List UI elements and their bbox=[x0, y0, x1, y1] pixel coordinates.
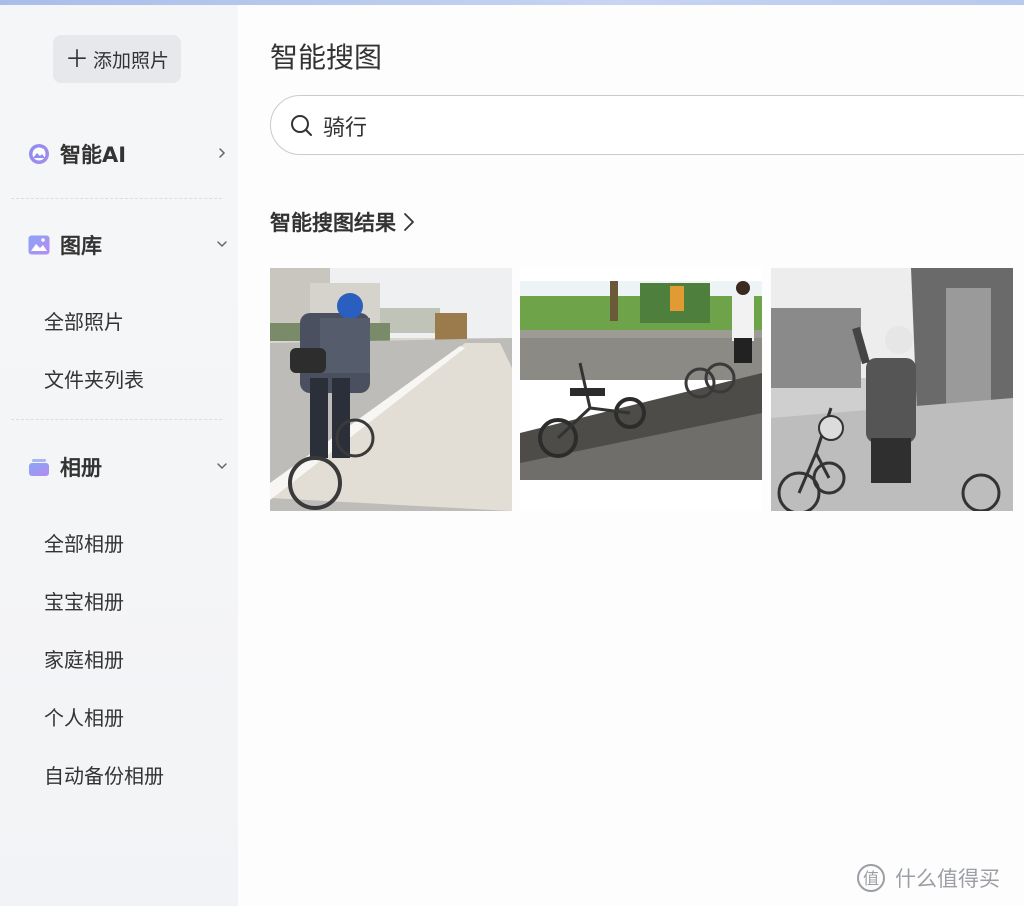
photo-thumbnail[interactable] bbox=[270, 268, 512, 511]
photo-folding-bikes bbox=[520, 268, 762, 511]
sidebar-item-folder-list[interactable]: 文件夹列表 bbox=[44, 364, 144, 393]
watermark-text: 什么值得买 bbox=[895, 867, 1000, 891]
search-input[interactable] bbox=[321, 108, 825, 144]
search-icon bbox=[291, 115, 312, 136]
svg-text:值: 值 bbox=[863, 869, 879, 888]
watermark: 值 什么值得买 bbox=[855, 862, 1000, 894]
plus-icon: ＋ bbox=[64, 45, 89, 73]
sidebar-group-label: 智能AI bbox=[60, 143, 127, 167]
ai-icon bbox=[29, 144, 49, 164]
album-icon bbox=[29, 459, 49, 476]
chevron-right-icon bbox=[404, 213, 414, 231]
search-bar[interactable] bbox=[270, 95, 1024, 155]
results-title-label: 智能搜图结果 bbox=[270, 211, 396, 235]
photo-thumbnail[interactable] bbox=[771, 268, 1013, 511]
sidebar: ＋ 添加照片 智能AI 图库 全部照片 文件夹列表 相册 全部相册 宝宝相册 家… bbox=[0, 5, 238, 906]
page-title: 智能搜图 bbox=[270, 41, 383, 74]
chevron-down-icon bbox=[217, 463, 227, 470]
photo-thumbnail[interactable] bbox=[520, 268, 762, 511]
smzdm-logo-icon: 值 bbox=[857, 864, 885, 892]
sidebar-item-all-albums[interactable]: 全部相册 bbox=[44, 528, 124, 557]
chevron-right-icon bbox=[219, 148, 226, 158]
results-section-title[interactable]: 智能搜图结果 bbox=[270, 207, 416, 237]
sidebar-item-family-album[interactable]: 家庭相册 bbox=[44, 644, 124, 673]
sidebar-group-label: 相册 bbox=[60, 456, 102, 480]
sidebar-item-all-photos[interactable]: 全部照片 bbox=[44, 306, 124, 335]
sidebar-item-baby-album[interactable]: 宝宝相册 bbox=[44, 586, 124, 615]
add-photo-label: 添加照片 bbox=[92, 49, 169, 72]
sidebar-divider bbox=[11, 419, 222, 420]
sidebar-group-albums[interactable]: 相册 bbox=[0, 447, 238, 487]
add-photo-button[interactable]: ＋ 添加照片 bbox=[53, 35, 181, 83]
gallery-icon bbox=[28, 235, 50, 255]
sidebar-divider bbox=[11, 198, 222, 199]
sidebar-item-personal-album[interactable]: 个人相册 bbox=[44, 702, 124, 731]
photo-bw-person-with-bike bbox=[771, 268, 1013, 511]
sidebar-group-gallery[interactable]: 图库 bbox=[0, 225, 238, 265]
photo-cyclist-road bbox=[270, 268, 512, 511]
sidebar-group-label: 图库 bbox=[60, 234, 102, 258]
sidebar-group-ai[interactable]: 智能AI bbox=[0, 134, 238, 174]
chevron-down-icon bbox=[217, 241, 227, 248]
sidebar-item-auto-backup-album[interactable]: 自动备份相册 bbox=[44, 760, 164, 789]
